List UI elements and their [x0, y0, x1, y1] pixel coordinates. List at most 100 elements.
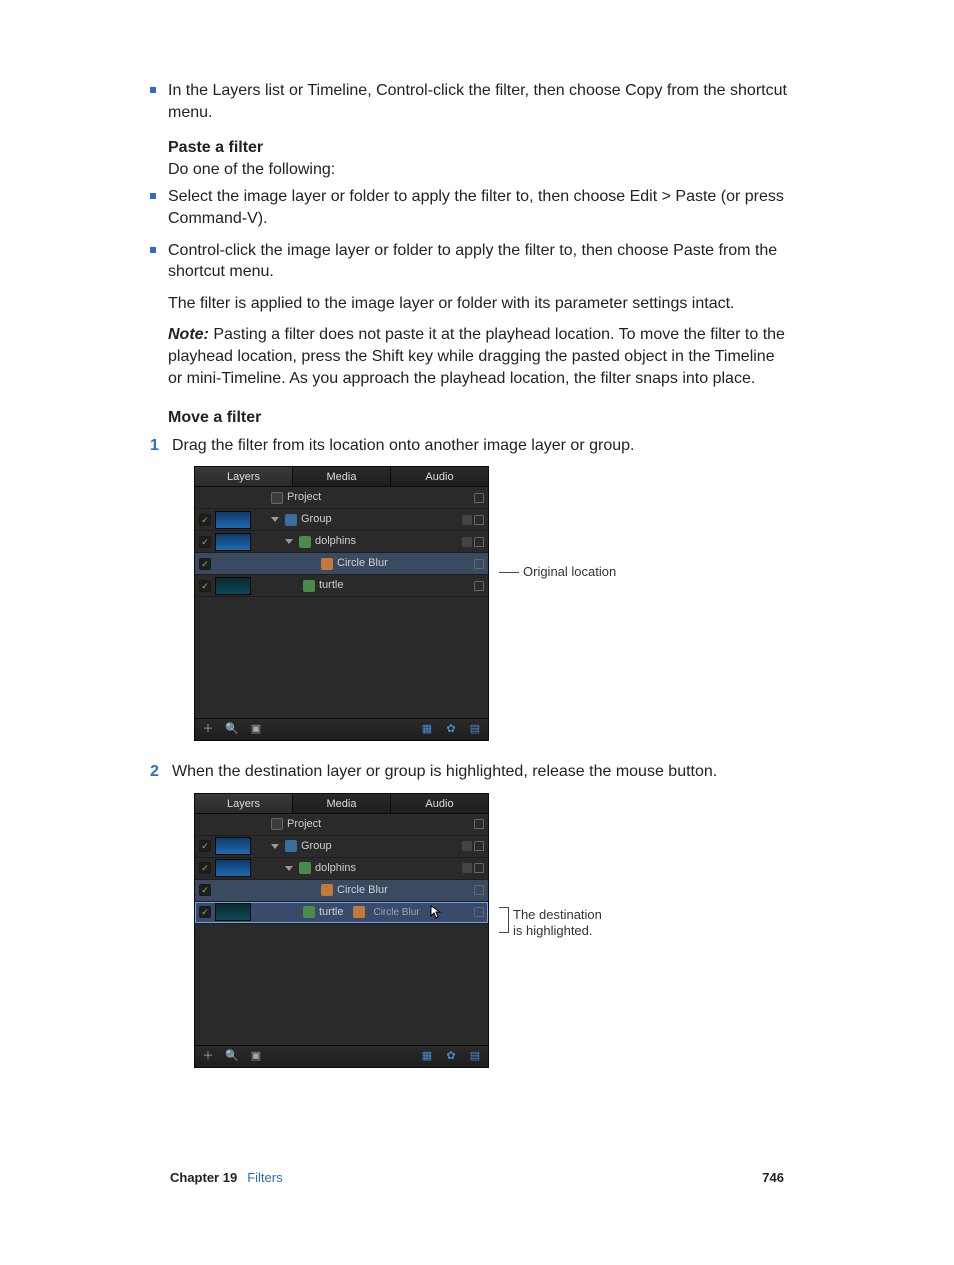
- lock-icon[interactable]: [474, 863, 484, 873]
- image-icon: [299, 536, 311, 548]
- disclosure-icon[interactable]: [271, 517, 279, 522]
- disclosure-icon[interactable]: [271, 844, 279, 849]
- page-number: 746: [762, 1170, 784, 1185]
- row-group[interactable]: ✓ Group: [195, 509, 488, 531]
- paste-heading: Paste a filter: [168, 137, 790, 159]
- callout-1: Original location: [499, 564, 616, 580]
- row-label: Circle Blur: [337, 883, 470, 898]
- extra-icon[interactable]: [462, 841, 472, 851]
- lock-icon[interactable]: [474, 537, 484, 547]
- applied-para: The filter is applied to the image layer…: [168, 293, 790, 315]
- step-text: When the destination layer or group is h…: [172, 763, 717, 780]
- group-icon: [285, 840, 297, 852]
- row-dolphins[interactable]: ✓ dolphins: [195, 531, 488, 553]
- gear-icon[interactable]: ✿: [444, 1049, 458, 1063]
- checkbox-icon[interactable]: ✓: [199, 862, 211, 874]
- keyframe-icon[interactable]: ▦: [420, 1049, 434, 1063]
- project-icon: [271, 818, 283, 830]
- thumbnail: [215, 837, 251, 855]
- add-icon[interactable]: ＋: [201, 723, 215, 737]
- panel-tabs: Layers Media Audio: [195, 794, 488, 814]
- step-text: Drag the filter from its location onto a…: [172, 437, 634, 454]
- checkbox-icon[interactable]: ✓: [199, 884, 211, 896]
- row-label: Circle Blur: [337, 556, 470, 571]
- row-dolphins[interactable]: ✓ dolphins: [195, 858, 488, 880]
- bullet-text: Select the image layer or folder to appl…: [168, 188, 784, 227]
- tab-audio[interactable]: Audio: [391, 467, 488, 486]
- keyframe-icon[interactable]: ▦: [420, 723, 434, 737]
- add-icon[interactable]: ＋: [201, 1049, 215, 1063]
- checkbox-icon[interactable]: ✓: [199, 580, 211, 592]
- tab-layers[interactable]: Layers: [195, 794, 293, 813]
- extra-icon[interactable]: [462, 515, 472, 525]
- mask-icon[interactable]: ▣: [249, 723, 263, 737]
- lock-icon[interactable]: [474, 885, 484, 895]
- row-project[interactable]: Project: [195, 487, 488, 509]
- row-label: dolphins: [315, 534, 458, 549]
- gear-icon[interactable]: ✿: [444, 723, 458, 737]
- row-label: turtle: [319, 578, 470, 593]
- tab-audio[interactable]: Audio: [391, 794, 488, 813]
- checkbox-icon[interactable]: ✓: [199, 840, 211, 852]
- extra-icon[interactable]: [462, 537, 472, 547]
- row-circle-blur[interactable]: ✓ Circle Blur: [195, 880, 488, 902]
- note-label: Note:: [168, 326, 209, 343]
- page-content: In the Layers list or Timeline, Control-…: [150, 80, 790, 1068]
- disclosure-icon[interactable]: [285, 539, 293, 544]
- bullet-item: Select the image layer or folder to appl…: [150, 186, 790, 229]
- figure-1: Layers Media Audio Project ✓: [194, 466, 790, 741]
- lock-icon[interactable]: [474, 581, 484, 591]
- disclosure-icon[interactable]: [285, 866, 293, 871]
- search-icon[interactable]: 🔍: [225, 1049, 239, 1063]
- layers-rows: Project ✓ Group: [195, 814, 488, 1045]
- tab-media[interactable]: Media: [293, 794, 391, 813]
- row-circle-blur[interactable]: ✓ Circle Blur: [195, 553, 488, 575]
- row-label: turtle: [319, 905, 343, 920]
- panel-toolbar: ＋ 🔍 ▣ ▦ ✿ ▤: [195, 718, 488, 740]
- move-section: Move a filter: [168, 407, 790, 429]
- lock-icon[interactable]: [474, 515, 484, 525]
- row-project[interactable]: Project: [195, 814, 488, 836]
- row-turtle-drop[interactable]: ✓ turtle Circle Blur: [195, 902, 488, 924]
- image-icon: [303, 906, 315, 918]
- callout-text: The destination: [513, 907, 602, 923]
- layers-panel-2: Layers Media Audio Project ✓: [194, 793, 489, 1068]
- panel-tabs: Layers Media Audio: [195, 467, 488, 487]
- paste-bullets: Select the image layer or folder to appl…: [150, 186, 790, 282]
- thumbnail: [215, 859, 251, 877]
- clip-icon[interactable]: ▤: [468, 723, 482, 737]
- checkbox-icon[interactable]: ✓: [199, 536, 211, 548]
- note-para: Note: Pasting a filter does not paste it…: [168, 324, 790, 389]
- cursor-icon: [430, 905, 442, 919]
- image-icon: [299, 862, 311, 874]
- extra-icon[interactable]: [462, 863, 472, 873]
- checkbox-icon[interactable]: ✓: [199, 514, 211, 526]
- row-label: Group: [301, 839, 458, 854]
- lock-icon[interactable]: [474, 907, 484, 917]
- bullet-item: Control-click the image layer or folder …: [150, 240, 790, 283]
- checkbox-icon[interactable]: ✓: [199, 558, 211, 570]
- thumbnail: [215, 533, 251, 551]
- tab-layers[interactable]: Layers: [195, 467, 293, 486]
- lock-icon[interactable]: [474, 493, 484, 503]
- chapter-number: Chapter 19: [170, 1170, 237, 1185]
- page-footer: Chapter 19 Filters 746: [170, 1170, 784, 1185]
- step-item: Drag the filter from its location onto a…: [150, 435, 790, 742]
- layers-rows: Project ✓ Group: [195, 487, 488, 718]
- lock-icon[interactable]: [474, 841, 484, 851]
- drag-ghost-label: Circle Blur: [373, 906, 419, 920]
- checkbox-icon[interactable]: ✓: [199, 906, 211, 918]
- row-group[interactable]: ✓ Group: [195, 836, 488, 858]
- row-turtle[interactable]: ✓ turtle: [195, 575, 488, 597]
- thumbnail: [215, 577, 251, 595]
- lock-icon[interactable]: [474, 819, 484, 829]
- tab-media[interactable]: Media: [293, 467, 391, 486]
- figure-2: Layers Media Audio Project ✓: [194, 793, 790, 1068]
- paste-section: Paste a filter Do one of the following:: [168, 137, 790, 180]
- search-icon[interactable]: 🔍: [225, 723, 239, 737]
- filter-icon: [321, 884, 333, 896]
- clip-icon[interactable]: ▤: [468, 1049, 482, 1063]
- paste-intro: Do one of the following:: [168, 159, 790, 181]
- mask-icon[interactable]: ▣: [249, 1049, 263, 1063]
- lock-icon[interactable]: [474, 559, 484, 569]
